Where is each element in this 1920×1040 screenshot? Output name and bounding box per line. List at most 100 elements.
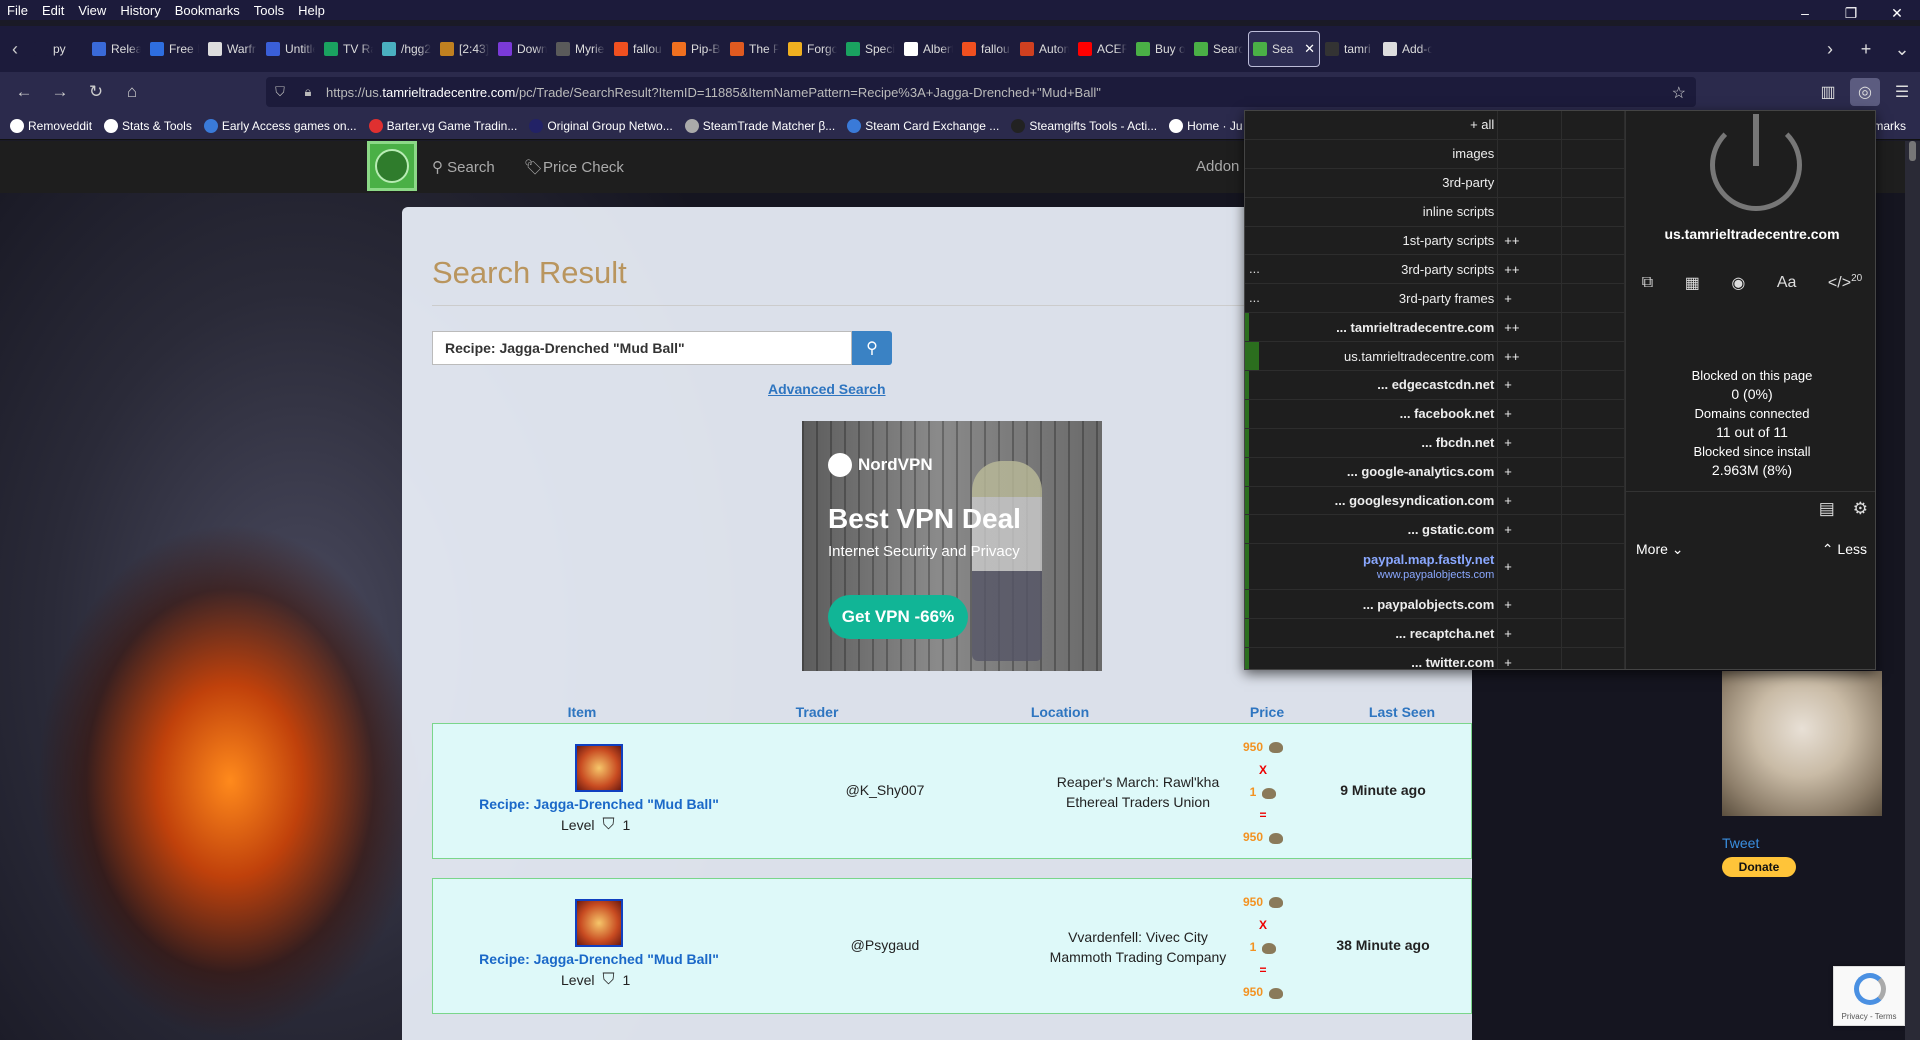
browser-tab[interactable]: Pip-B [668, 31, 725, 67]
umatrix-cell[interactable] [1562, 313, 1626, 342]
tabs-scroll-left-icon[interactable]: ‹ [0, 26, 30, 72]
close-window-button[interactable]: ✕ [1874, 0, 1920, 26]
umatrix-row[interactable]: ... edgecastcdn.net + [1245, 371, 1626, 400]
umatrix-row-label[interactable]: ... tamrieltradecentre.com [1245, 313, 1499, 342]
umatrix-row-count[interactable]: + [1498, 515, 1562, 544]
umatrix-row-label[interactable]: 3rd-party frames [1245, 284, 1499, 313]
umatrix-row-label[interactable]: ... googlesyndication.com [1245, 486, 1499, 515]
list-icon[interactable]: ▤ [1819, 499, 1835, 519]
nav-search-link[interactable]: ⚲ Search [432, 158, 495, 176]
umatrix-row-label[interactable]: 1st-party scripts [1245, 226, 1499, 255]
url-bar[interactable]: ⛉ 🔒︎ https://us.tamrieltradecentre.com/p… [266, 77, 1696, 107]
home-button[interactable]: ⌂ [114, 76, 150, 108]
menu-item-view[interactable]: View [71, 3, 113, 18]
umatrix-row[interactable]: ... tamrieltradecentre.com ++ [1245, 313, 1626, 343]
bookmark-item[interactable]: Stats & Tools [104, 118, 192, 133]
hamburger-menu-icon[interactable]: ☰ [1884, 76, 1920, 108]
maximize-button[interactable]: ❐ [1828, 0, 1874, 26]
browser-tab[interactable]: fallou [610, 31, 667, 67]
item-name-link[interactable]: Recipe: Jagga-Drenched "Mud Ball" [433, 796, 765, 812]
browser-tab[interactable]: Sea ✕ [1248, 31, 1320, 67]
browser-tab[interactable]: Untitle [262, 31, 319, 67]
umatrix-cell[interactable] [1562, 168, 1626, 197]
bookmark-item[interactable]: Early Access games on... [203, 118, 357, 133]
umatrix-row[interactable]: ... paypalobjects.com + [1245, 590, 1626, 620]
minimize-button[interactable]: – [1782, 0, 1828, 26]
umatrix-row[interactable]: ... gstatic.com + [1245, 515, 1626, 545]
umatrix-cell[interactable] [1562, 544, 1626, 590]
menu-item-tools[interactable]: Tools [247, 3, 291, 18]
more-button[interactable]: More ⌄ [1636, 541, 1684, 558]
umatrix-row-count[interactable]: + [1498, 544, 1562, 590]
umatrix-row-count[interactable]: ++ [1498, 342, 1562, 371]
umatrix-row[interactable]: paypal.map.fastly.net www.paypalobjects.c… [1245, 544, 1626, 591]
recaptcha-badge[interactable]: Privacy - Terms [1833, 966, 1905, 1026]
reload-button[interactable]: ↻ [78, 76, 114, 108]
power-icon[interactable] [1710, 114, 1802, 211]
paypal-fastly-domain[interactable]: paypal.map.fastly.net [1363, 552, 1494, 567]
browser-tab[interactable]: Autom [1016, 31, 1073, 67]
back-button[interactable]: ← [6, 76, 42, 108]
bookmark-item[interactable]: Steam Card Exchange ... [847, 118, 999, 133]
umatrix-cell[interactable] [1562, 226, 1626, 255]
menu-item-file[interactable]: File [0, 3, 35, 18]
umatrix-row-label[interactable]: ... google-analytics.com [1245, 457, 1499, 486]
umatrix-row-count[interactable] [1498, 111, 1562, 139]
browser-tab[interactable]: Releases [88, 31, 145, 67]
umatrix-row[interactable]: ... 3rd-party scripts ++ [1245, 255, 1626, 285]
recaptcha-terms[interactable]: Privacy - Terms [1834, 1012, 1904, 1021]
browser-tab[interactable]: fallou [958, 31, 1015, 67]
umatrix-cell[interactable] [1562, 111, 1626, 139]
menu-item-bookmarks[interactable]: Bookmarks [168, 3, 247, 18]
browser-tab[interactable]: Buy o [1132, 31, 1189, 67]
browser-tab[interactable]: ACER [1074, 31, 1131, 67]
browser-tab[interactable]: The P [726, 31, 783, 67]
browser-tab[interactable]: py [30, 31, 87, 67]
umatrix-row[interactable]: ... facebook.net + [1245, 399, 1626, 429]
umatrix-row-count[interactable]: ++ [1498, 226, 1562, 255]
recipe-item-icon[interactable] [575, 744, 623, 792]
browser-tab[interactable]: Forgo [784, 31, 841, 67]
browser-tab[interactable]: Speci [842, 31, 899, 67]
nordvpn-ad[interactable]: NordVPN Best VPN Deal Internet Security … [802, 421, 1102, 671]
umatrix-cell[interactable] [1562, 457, 1626, 486]
copy-icon[interactable]: ⧉ [1642, 274, 1653, 292]
nav-addon-link[interactable]: Addon [1196, 158, 1239, 175]
umatrix-row-count[interactable] [1498, 139, 1562, 168]
umatrix-row[interactable]: inline scripts [1245, 197, 1626, 227]
browser-tab[interactable]: Myrie [552, 31, 609, 67]
library-icon[interactable]: ▥ [1810, 76, 1846, 108]
paypalobjects-subdomain[interactable]: www.paypalobjects.com [1377, 569, 1494, 581]
umatrix-row[interactable]: 3rd-party [1245, 168, 1626, 198]
umatrix-cell[interactable] [1562, 197, 1626, 226]
umatrix-row-count[interactable]: + [1498, 619, 1562, 648]
umatrix-row-label[interactable]: inline scripts [1245, 197, 1499, 226]
page-scrollbar[interactable] [1905, 141, 1920, 1040]
tweet-button[interactable]: Tweet [1722, 835, 1759, 851]
umatrix-row[interactable]: images [1245, 139, 1626, 169]
forward-button[interactable]: → [42, 76, 78, 108]
umatrix-row-label[interactable]: + all [1245, 111, 1499, 139]
bookmark-item[interactable]: SteamTrade Matcher β... [684, 118, 835, 133]
bookmark-item[interactable]: Steamgifts Tools - Acti... [1011, 118, 1157, 133]
umatrix-row-label[interactable]: 3rd-party scripts [1245, 255, 1499, 284]
eye-slash-icon[interactable]: ◉ [1731, 273, 1745, 293]
umatrix-row[interactable]: ... twitter.com + [1245, 648, 1626, 669]
umatrix-row-label[interactable]: 3rd-party [1245, 168, 1499, 197]
item-name-link[interactable]: Recipe: Jagga-Drenched "Mud Ball" [433, 951, 765, 967]
nav-price-check-link[interactable]: 🏷︎Price Check [524, 158, 624, 176]
ad-cta-button[interactable]: Get VPN -66% [828, 595, 968, 639]
umatrix-row[interactable]: + all [1245, 111, 1626, 140]
list-all-tabs-icon[interactable]: ⌄ [1884, 39, 1920, 60]
umatrix-row-label[interactable]: ... edgecastcdn.net [1245, 371, 1499, 399]
umatrix-icon[interactable]: ◎ [1850, 78, 1880, 106]
tabs-scroll-right-icon[interactable]: › [1812, 39, 1848, 60]
browser-tab[interactable]: Search [1190, 31, 1247, 67]
search-button[interactable]: ⚲ [852, 331, 892, 365]
ellipsis-icon[interactable]: ... [1249, 261, 1260, 276]
umatrix-row-count[interactable]: + [1498, 648, 1562, 669]
shield-icon[interactable]: ⛉ [266, 84, 294, 100]
umatrix-cell[interactable] [1562, 619, 1626, 648]
umatrix-row[interactable]: us.tamrieltradecentre.com ++ [1245, 342, 1626, 372]
bookmark-star-icon[interactable]: ☆ [1672, 83, 1686, 103]
